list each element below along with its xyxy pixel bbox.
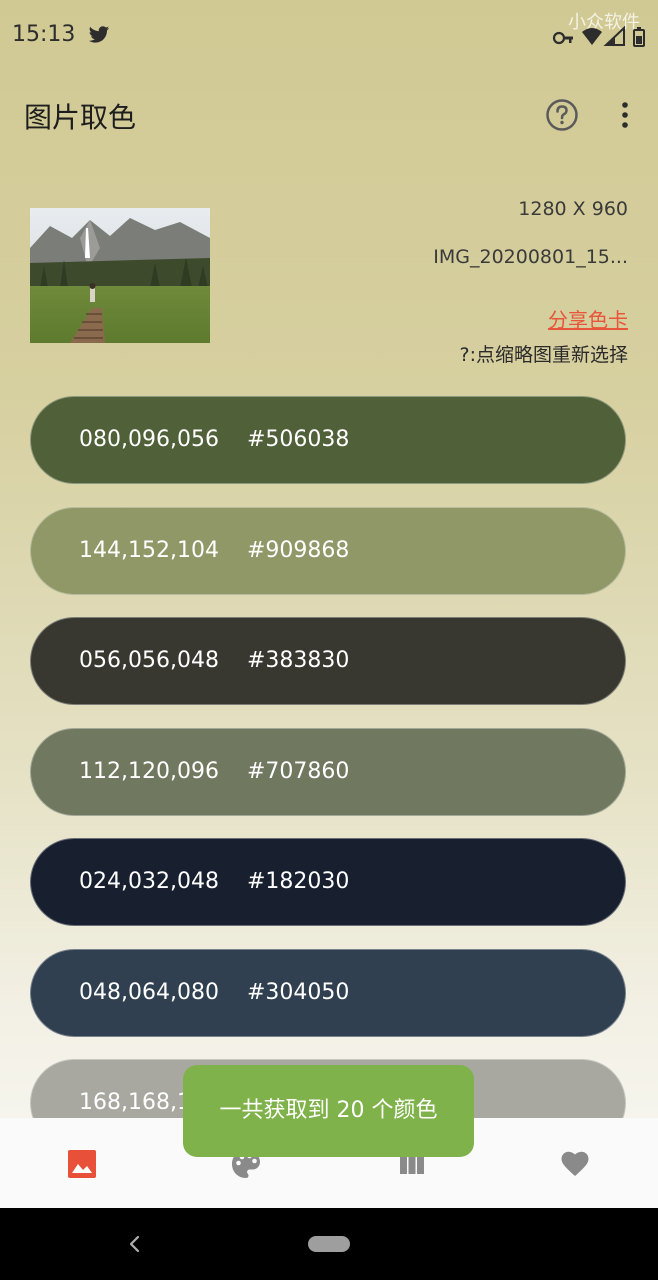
color-swatch[interactable]: 048,064,080 #304050 [30, 948, 626, 1037]
color-swatch[interactable]: 144,152,104 #909868 [30, 506, 626, 595]
twitter-icon [88, 26, 110, 43]
color-swatch[interactable]: 080,096,056 #506038 [30, 396, 626, 484]
status-bar: 15:13 小众软件 [0, 0, 658, 70]
swatch-rgb: 024,032,048 [79, 869, 219, 894]
vpn-key-icon [552, 31, 573, 45]
more-vert-icon[interactable] [616, 98, 634, 132]
swatch-rgb: 056,056,048 [79, 648, 219, 673]
toast-message: 一共获取到 20 个颜色 [183, 1065, 474, 1157]
system-navigation-bar [0, 1208, 658, 1280]
wifi-icon [582, 28, 602, 45]
color-swatch-list: 080,096,056 #506038 144,152,104 #909868 … [30, 396, 628, 1118]
screen: 15:13 小众软件 图片取色 1280 X 960 IMG_20200801_… [0, 0, 658, 1280]
favorite-icon[interactable] [559, 1148, 591, 1180]
image-thumbnail[interactable] [30, 208, 210, 343]
share-palette-link[interactable]: 分享色卡 [548, 304, 628, 333]
image-resolution: 1280 X 960 [518, 198, 628, 220]
help-icon[interactable] [545, 98, 579, 132]
swatch-hex: #707860 [247, 758, 350, 784]
color-swatch[interactable]: 056,056,048 #383830 [30, 617, 626, 705]
app-bar: 图片取色 [0, 80, 658, 150]
home-pill[interactable] [308, 1236, 350, 1252]
status-icons [552, 26, 645, 47]
swatch-rgb: 080,096,056 [79, 427, 219, 452]
color-swatch[interactable]: 112,120,096 #707860 [30, 727, 626, 816]
swatch-hex: #506038 [247, 427, 350, 452]
back-icon[interactable] [124, 1232, 144, 1256]
status-time: 15:13 [12, 22, 76, 47]
swatch-hex: #383830 [247, 648, 350, 673]
swatch-hex: #909868 [247, 537, 350, 563]
reselect-hint: ?:点缩略图重新选择 [459, 344, 629, 366]
signal-icon [603, 26, 625, 46]
swatch-hex: #182030 [247, 869, 350, 894]
swatch-hex: #304050 [247, 979, 350, 1005]
swatch-rgb: 048,064,080 [79, 979, 219, 1005]
swatch-rgb: 144,152,104 [79, 537, 219, 563]
swatch-rgb: 112,120,096 [79, 758, 219, 784]
swatch-rgb: 168,168,1 [79, 1090, 191, 1115]
color-swatch[interactable]: 024,032,048 #182030 [30, 838, 626, 926]
gallery-icon[interactable] [66, 1148, 98, 1180]
battery-icon [633, 27, 645, 47]
image-filename: IMG_20200801_15... [433, 246, 628, 268]
page-title: 图片取色 [24, 101, 137, 134]
